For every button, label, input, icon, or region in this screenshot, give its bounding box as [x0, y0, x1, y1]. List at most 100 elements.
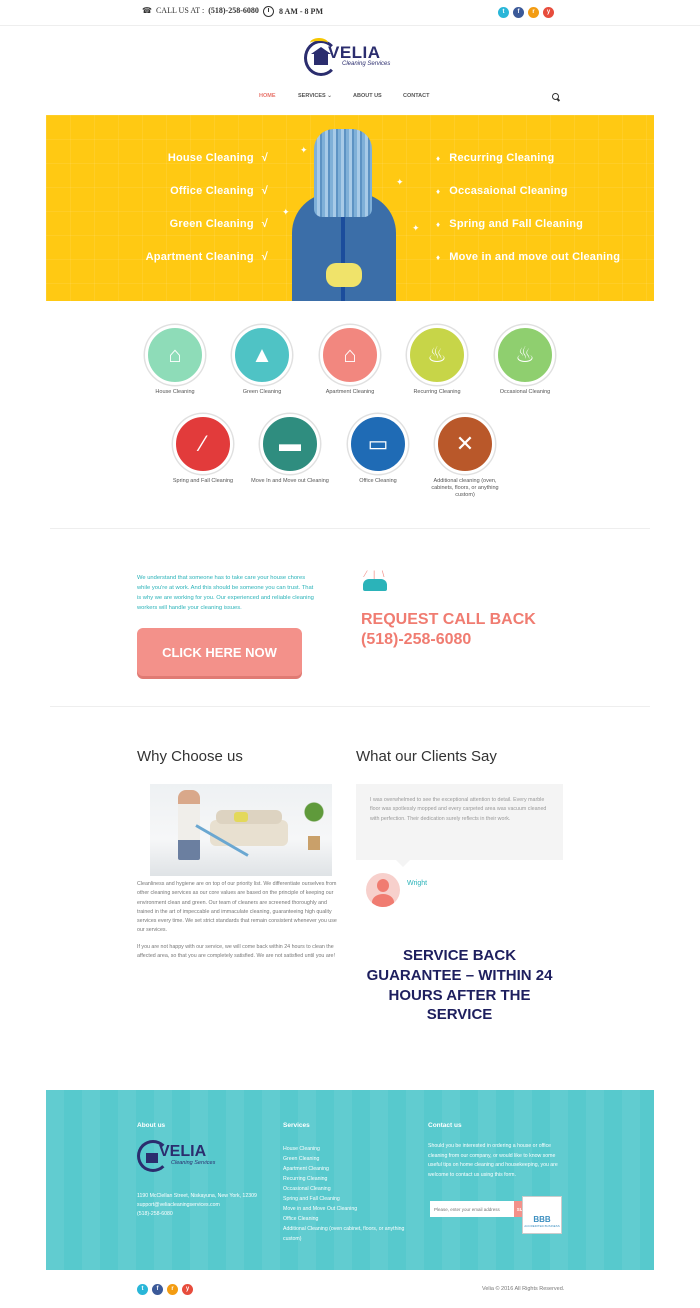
check-icon: √ [261, 185, 268, 197]
telephone-body [363, 579, 387, 591]
service-card[interactable]: ▬ Move In and Move out Cleaning [250, 414, 330, 485]
opening-hours: 8 AM - 8 PM [263, 6, 323, 17]
request-callback-phone: (518)-258-6080 [361, 631, 472, 648]
hero-service-label: Apartment Cleaning [145, 251, 254, 263]
sparkle-icon: ✦ [300, 145, 308, 155]
twitter-icon[interactable]: t [498, 7, 509, 18]
truck-icon[interactable]: ▬ [260, 414, 320, 474]
cleaning-photo [150, 784, 332, 876]
youtube-icon[interactable]: y [182, 1284, 193, 1295]
service-card[interactable]: ✕ Additional cleaning (oven, cabinets, fl… [425, 414, 505, 499]
broom-icon[interactable]: ⁄ [173, 414, 233, 474]
service-label: Office Cleaning [359, 478, 397, 484]
house-icon [311, 47, 331, 65]
twitter-icon[interactable]: t [137, 1284, 148, 1295]
footer-logo[interactable]: VELIA Cleaning Services [137, 1140, 227, 1176]
diamond-icon: ♦ [436, 187, 441, 196]
hero-service-item: ♦ Recurring Cleaning [436, 152, 554, 164]
footer-phone[interactable]: (518)-258-6080 [137, 1210, 277, 1219]
bbb-logo: BBB [533, 1215, 551, 1224]
service-label: Recurring Cleaning [413, 389, 461, 395]
logo-tagline: Cleaning Services [342, 61, 391, 67]
hero-service-label: Move in and move out Cleaning [449, 251, 621, 263]
vacuum-icon[interactable]: ♨ [407, 325, 467, 385]
service-card[interactable]: ▭ Office Cleaning [338, 414, 418, 485]
footer-service-link[interactable]: Recurring Cleaning [283, 1175, 423, 1185]
top-phone[interactable]: (518)-258-6080 [208, 6, 259, 15]
hours-text: 8 AM - 8 PM [279, 7, 323, 16]
service-label: Spring and Fall Cleaning [172, 478, 234, 484]
nav-about[interactable]: ABOUT US [353, 93, 382, 99]
why-paragraph: If you are not happy with our service, w… [137, 943, 335, 959]
bbb-badge[interactable]: BBB ACCREDITED BUSINESS [522, 1196, 562, 1234]
site-logo[interactable]: VELIA Cleaning Services [304, 38, 399, 78]
telephone-icon: ⁄ | \ [361, 569, 389, 593]
testimonial-quote: I was overwhelmed to see the exceptional… [356, 784, 563, 867]
diamond-icon: ♦ [436, 220, 441, 229]
clients-title: What our Clients Say [356, 748, 497, 765]
youtube-icon[interactable]: y [543, 7, 554, 18]
footer-service-link[interactable]: Office Cleaning [283, 1215, 423, 1225]
rss-icon[interactable]: r [167, 1284, 178, 1295]
service-label: Additional cleaning (oven, cabinets, flo… [431, 478, 499, 499]
call-info: ☎ CALL US AT : (518)-258-6080 [142, 6, 259, 15]
house-icon[interactable]: ⌂ [145, 325, 205, 385]
callback-text: We understand that someone has to take c… [137, 575, 314, 612]
house-icon [146, 1153, 158, 1163]
service-card[interactable]: ♨ Occasional Cleaning [485, 325, 565, 396]
guarantee-heading: SERVICE BACK GUARANTEE – WITHIN 24 HOURS… [366, 947, 553, 1024]
check-icon: √ [261, 218, 268, 230]
bowl-icon[interactable]: ♨ [495, 325, 555, 385]
logo-wordmark: VELIA [159, 1143, 207, 1160]
click-here-button[interactable]: CLICK HERE NOW [137, 628, 302, 676]
request-callback-title: REQUEST CALL BACK [361, 611, 536, 628]
nav-services[interactable]: SERVICES ⌄ [298, 93, 332, 99]
hero-service-item: ♦ Occasaional Cleaning [436, 185, 568, 197]
footer-service-link[interactable]: Additional Cleaning (oven cabinet, floor… [283, 1225, 423, 1245]
footer-service-link[interactable]: Apartment Cleaning [283, 1165, 423, 1175]
hero-service-label: Green Cleaning [169, 218, 254, 230]
footer-service-link[interactable]: House Cleaning [283, 1145, 423, 1155]
gloves [326, 263, 362, 287]
nav-contact[interactable]: CONTACT [403, 93, 429, 99]
facebook-icon[interactable]: f [513, 7, 524, 18]
footer-service-link[interactable]: Spring and Fall Cleaning [283, 1195, 423, 1205]
service-card[interactable]: ♨ Recurring Cleaning [397, 325, 477, 396]
service-card[interactable]: ⌂ Apartment Cleaning [310, 325, 390, 396]
mop-head [314, 129, 372, 217]
service-card[interactable]: ▲ Green Cleaning [222, 325, 302, 396]
nav-home[interactable]: HOME [259, 93, 276, 99]
footer-services-title: Services [283, 1122, 310, 1129]
why-paragraph: Cleanliness and hygiene are on top of ou… [137, 881, 337, 934]
clock-icon [263, 6, 274, 17]
rss-icon[interactable]: r [528, 7, 539, 18]
hero-service-item: ♦ Spring and Fall Cleaning [436, 218, 583, 230]
nav-services-label: SERVICES [298, 93, 326, 99]
footer-service-link[interactable]: Move in and Move Out Cleaning [283, 1205, 423, 1215]
chevron-down-icon: ⌄ [327, 93, 332, 99]
hero-service-item: Office Cleaning √ [170, 185, 268, 197]
check-icon: √ [261, 152, 268, 164]
hero-service-item: House Cleaning √ [168, 152, 268, 164]
hero-service-label: Office Cleaning [170, 185, 254, 197]
service-card[interactable]: ⌂ House Cleaning [135, 325, 215, 396]
divider [50, 528, 650, 529]
email-field[interactable] [430, 1201, 514, 1217]
divider [50, 706, 650, 707]
facebook-icon[interactable]: f [152, 1284, 163, 1295]
search-icon[interactable] [552, 93, 559, 100]
ring-lines: ⁄ | \ [365, 569, 387, 579]
tools-icon[interactable]: ✕ [435, 414, 495, 474]
apartment-icon[interactable]: ⌂ [320, 325, 380, 385]
plant [304, 800, 324, 840]
service-card[interactable]: ⁄ Spring and Fall Cleaning [163, 414, 243, 485]
footer-service-link[interactable]: Green Cleaning [283, 1155, 423, 1165]
monitor-icon[interactable]: ▭ [348, 414, 408, 474]
footer-service-link[interactable]: Occasional Cleaning [283, 1185, 423, 1195]
hero-service-label: Occasaional Cleaning [449, 185, 568, 197]
footer-address: 1190 McClellan Street, Niskayuna, New Yo… [137, 1193, 257, 1199]
footer-email[interactable]: support@veliacleaningservices.com [137, 1201, 277, 1210]
top-bar: ☎ CALL US AT : (518)-258-6080 8 AM - 8 P… [0, 0, 700, 26]
tree-icon[interactable]: ▲ [232, 325, 292, 385]
request-callback[interactable]: REQUEST CALL BACK (518)-258-6080 [361, 610, 536, 650]
